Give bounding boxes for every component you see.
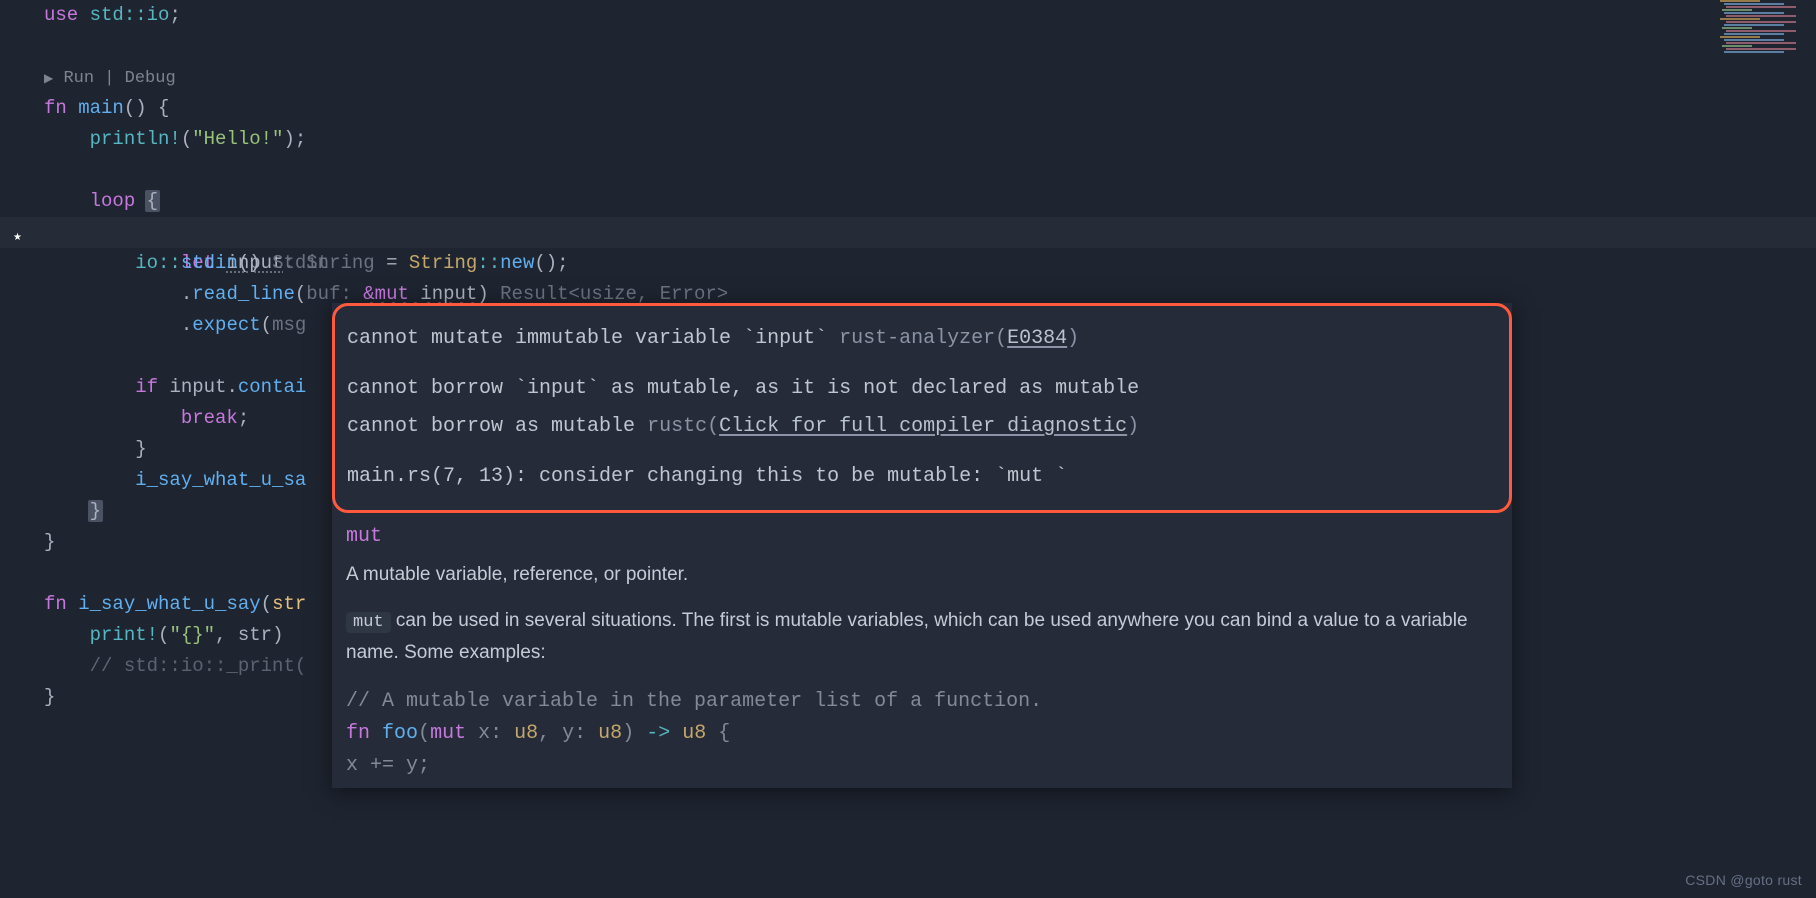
codelens-debug[interactable]: Debug [125,69,176,88]
matched-brace: { [145,190,160,212]
code-line[interactable]: fn main() { [44,93,1816,124]
keyword-use: use [44,4,78,26]
hover-keyword: mut [332,513,1512,556]
code-line[interactable] [44,31,1816,62]
codelens: Run | Debug [44,62,1816,93]
minimap[interactable] [1716,0,1816,120]
code-line[interactable]: use std::io; [44,0,1816,31]
hover-description: A mutable variable, reference, or pointe… [332,556,1512,602]
diagnostic-line: cannot borrow as mutable rustc(Click for… [347,408,1497,446]
code-line[interactable]: loop { [44,186,1816,217]
hover-tooltip[interactable]: cannot mutate immutable variable `input`… [332,303,1512,788]
code-line[interactable] [44,155,1816,186]
code-line[interactable]: let input: String = String::new(); [44,217,1816,248]
namespace: std [90,4,124,26]
diagnostic-panel: cannot mutate immutable variable `input`… [332,303,1512,513]
error-code-link[interactable]: E0384 [1007,327,1067,350]
diagnostic-line: cannot borrow `input` as mutable, as it … [347,370,1497,408]
full-diagnostic-link[interactable]: Click for full compiler diagnostic [719,415,1127,438]
namespace: io [147,4,170,26]
matched-brace: } [88,500,103,522]
codelens-run[interactable]: Run [63,69,94,88]
diagnostic-line: cannot mutate immutable variable `input`… [347,320,1497,358]
hover-example: // A mutable variable in the parameter l… [332,680,1512,788]
play-icon [44,69,53,88]
hover-paragraph: mut can be used in several situations. T… [332,602,1512,680]
code-line[interactable]: io::stdin() Stdin [44,248,1816,279]
watermark: CSDN @goto rust [1685,872,1802,888]
lightbulb-icon[interactable] [8,223,26,241]
code-chip: mut [346,612,391,633]
code-line[interactable]: println!("Hello!"); [44,124,1816,155]
diagnostic-hint: main.rs(7, 13): consider changing this t… [347,458,1497,496]
